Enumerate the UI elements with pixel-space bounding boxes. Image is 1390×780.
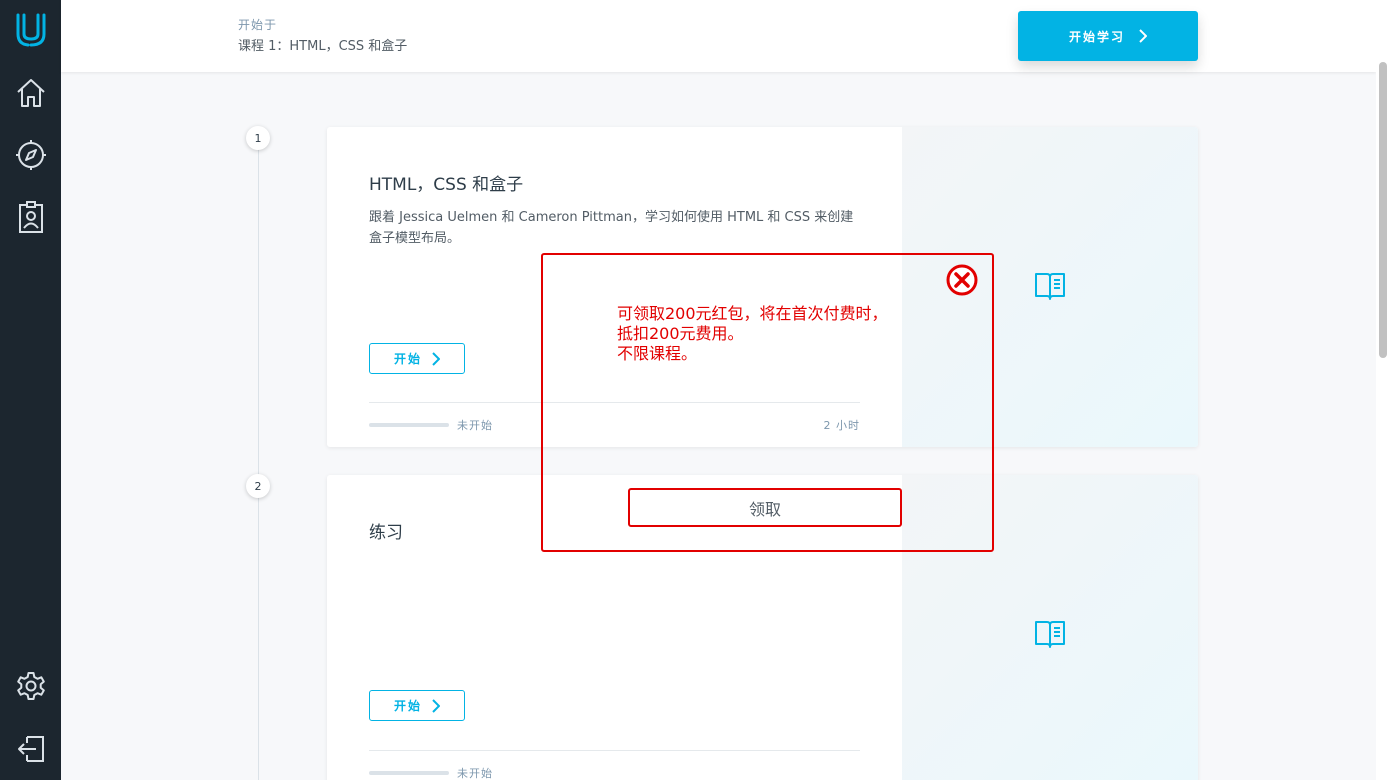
book-icon xyxy=(1035,273,1065,300)
logout-icon[interactable] xyxy=(0,732,61,766)
close-icon[interactable] xyxy=(946,264,978,296)
lesson-progress-bar xyxy=(369,771,449,775)
gear-icon[interactable] xyxy=(0,669,61,703)
card-divider xyxy=(369,750,860,751)
start-at-label: 开始于 xyxy=(238,18,278,32)
lesson-start-button[interactable]: 开始 xyxy=(369,343,465,374)
promo-message: 可领取200元红包，将在首次付费时， 抵扣200元费用。 不限课程。 xyxy=(617,304,888,364)
udacity-logo-icon[interactable] xyxy=(0,10,61,50)
chevron-right-icon xyxy=(432,351,440,366)
compass-icon[interactable] xyxy=(0,138,61,172)
lesson-status: 未开始 xyxy=(457,767,493,780)
promo-line: 抵扣200元费用。 xyxy=(617,324,744,343)
lesson-status: 未开始 xyxy=(457,419,493,432)
current-course-link[interactable]: 课程 1：HTML，CSS 和盒子 xyxy=(238,35,407,54)
lesson-progress-bar xyxy=(369,423,449,427)
lesson-number-badge: 1 xyxy=(246,126,270,150)
promo-line: 可领取200元红包，将在首次付费时， xyxy=(617,304,888,323)
book-icon xyxy=(1035,621,1065,648)
promo-line: 不限课程。 xyxy=(617,344,698,363)
home-icon[interactable] xyxy=(0,76,61,110)
start-learning-label: 开始学习 xyxy=(1068,29,1125,44)
lesson-description: 跟着 Jessica Uelmen 和 Cameron Pittman，学习如何… xyxy=(369,210,854,246)
profile-icon[interactable] xyxy=(0,200,61,234)
lesson-title: HTML，CSS 和盒子 xyxy=(369,175,524,195)
lesson-title: 练习 xyxy=(369,523,403,543)
lesson-start-label: 开始 xyxy=(393,352,422,366)
lesson-number-badge: 2 xyxy=(246,474,270,498)
claim-button[interactable]: 领取 xyxy=(628,488,902,527)
sidebar xyxy=(0,0,61,780)
start-learning-button[interactable]: 开始学习 xyxy=(1018,11,1198,61)
chevron-right-icon xyxy=(1139,29,1147,43)
lesson-start-label: 开始 xyxy=(393,699,422,713)
timeline-line xyxy=(258,138,259,780)
header: 开始于 课程 1：HTML，CSS 和盒子 开始学习 xyxy=(61,0,1376,72)
lesson-start-button[interactable]: 开始 xyxy=(369,690,465,721)
scrollbar-thumb[interactable] xyxy=(1379,62,1387,358)
chevron-right-icon xyxy=(432,698,440,713)
